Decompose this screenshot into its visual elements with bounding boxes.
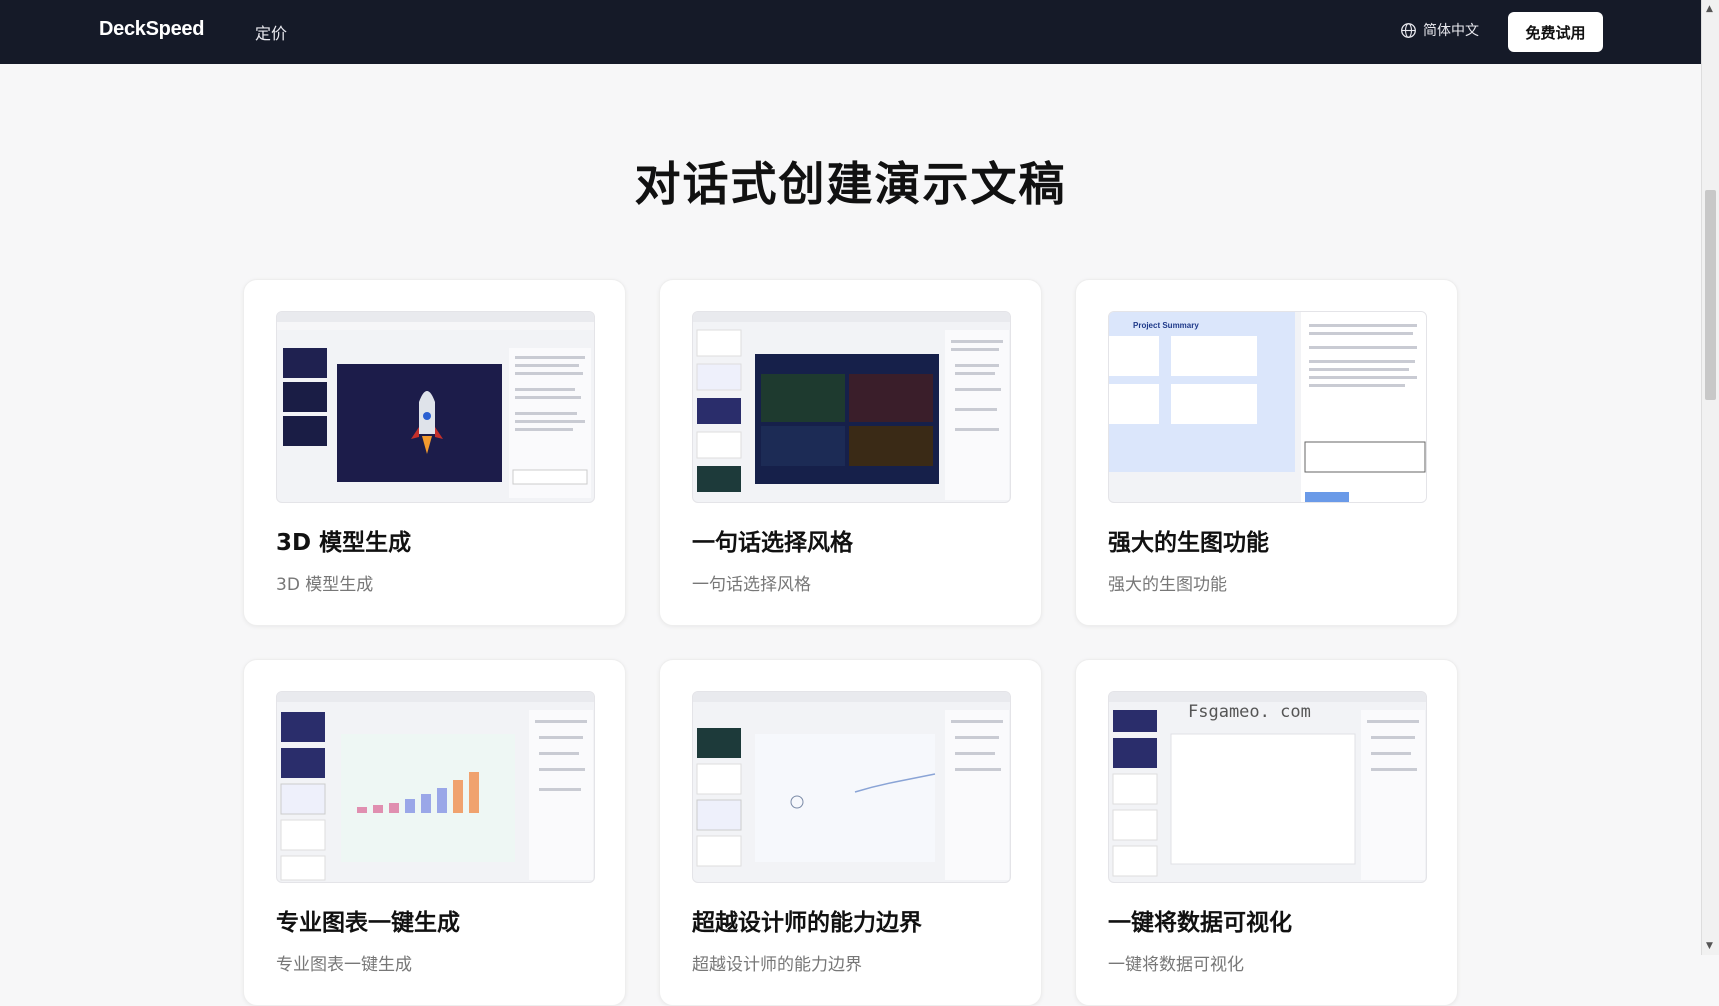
- card-title: 超越设计师的能力边界: [692, 910, 922, 936]
- thumb-heading-text: Project Summary: [1133, 321, 1199, 330]
- feature-card-style-selection[interactable]: 一句话选择风格 一句话选择风格: [659, 279, 1042, 626]
- card-title: 3D 模型生成: [276, 530, 412, 556]
- feature-card-image-generation[interactable]: Project Summary 强大的生图功能 强大的生图功能: [1075, 279, 1458, 626]
- card-description: 强大的生图功能: [1108, 575, 1227, 595]
- brand-logo[interactable]: DeckSpeed: [99, 18, 204, 41]
- watermark-text: Fsgameo. com: [1188, 702, 1311, 722]
- card-title: 一句话选择风格: [692, 530, 853, 556]
- card-description: 一键将数据可视化: [1108, 955, 1244, 975]
- feature-thumbnail: [692, 311, 1011, 503]
- feature-card-design-capability[interactable]: 超越设计师的能力边界 超越设计师的能力边界: [659, 659, 1042, 1006]
- card-title: 专业图表一键生成: [276, 910, 460, 936]
- language-label: 简体中文: [1423, 23, 1479, 39]
- feature-thumbnail: [692, 691, 1011, 883]
- globe-icon: [1400, 22, 1417, 39]
- free-trial-button[interactable]: 免费试用: [1508, 12, 1603, 52]
- scroll-thumb[interactable]: [1705, 190, 1716, 400]
- card-description: 超越设计师的能力边界: [692, 955, 862, 975]
- section-title: 对话式创建演示文稿: [634, 157, 1067, 211]
- feature-card-chart-generation[interactable]: 专业图表一键生成 专业图表一键生成: [243, 659, 626, 1006]
- language-selector[interactable]: 简体中文: [1400, 20, 1479, 40]
- top-navbar: DeckSpeed 定价 简体中文 免费试用: [0, 0, 1701, 64]
- scroll-up-arrow-icon[interactable]: ▲: [1706, 4, 1713, 14]
- feature-card-3d-model[interactable]: 3D 模型生成 3D 模型生成: [243, 279, 626, 626]
- scroll-down-arrow-icon[interactable]: ▼: [1706, 941, 1713, 951]
- feature-thumbnail: Project Summary: [1108, 311, 1427, 503]
- card-title: 一键将数据可视化: [1108, 910, 1292, 936]
- nav-link-pricing[interactable]: 定价: [255, 20, 287, 44]
- card-title: 强大的生图功能: [1108, 530, 1269, 556]
- feature-thumbnail: [276, 691, 595, 883]
- feature-thumbnail: [276, 311, 595, 503]
- card-description: 一句话选择风格: [692, 575, 811, 595]
- card-description: 3D 模型生成: [276, 575, 374, 595]
- page-scrollbar[interactable]: ▲ ▼: [1701, 0, 1719, 955]
- card-description: 专业图表一键生成: [276, 955, 412, 975]
